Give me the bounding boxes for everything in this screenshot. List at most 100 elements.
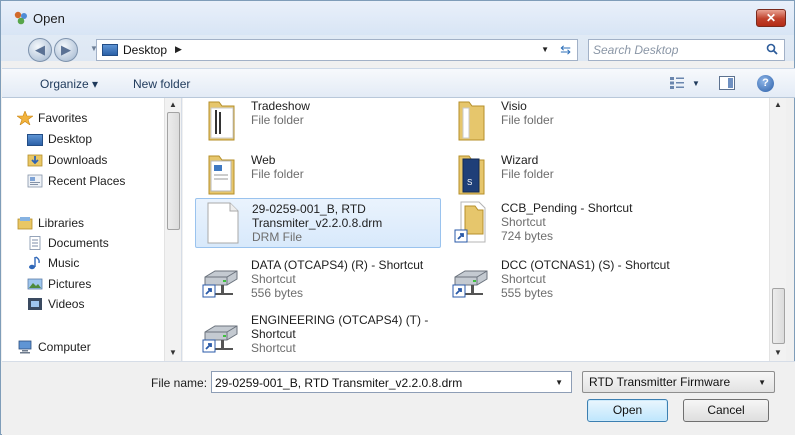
- breadcrumb-desktop[interactable]: Desktop: [123, 43, 167, 57]
- file-type-dropdown-icon[interactable]: ▼: [758, 378, 766, 387]
- nav-music[interactable]: Music: [27, 256, 79, 274]
- nav-label: Desktop: [48, 132, 93, 146]
- close-button[interactable]: ✕: [756, 9, 786, 27]
- file-item[interactable]: Visio File folder: [445, 98, 691, 146]
- file-name: CCB_Pending - Shortcut: [501, 201, 633, 215]
- music-icon: [29, 256, 40, 270]
- file-size: 555 bytes: [501, 286, 554, 300]
- search-box[interactable]: [588, 39, 785, 61]
- nav-documents[interactable]: Documents: [27, 236, 109, 254]
- svg-text:S: S: [467, 178, 472, 187]
- folder-icon: S: [458, 155, 485, 195]
- scroll-down-arrow-icon[interactable]: ▼: [169, 348, 177, 357]
- document-icon: [207, 202, 239, 244]
- back-button[interactable]: ◀: [28, 38, 52, 62]
- cancel-button[interactable]: Cancel: [683, 399, 769, 422]
- file-type-select[interactable]: RTD Transmitter Firmware ▼: [582, 371, 775, 393]
- nav-label: Recent Places: [48, 174, 126, 188]
- nav-label: Libraries: [38, 216, 85, 230]
- folder-icon: [208, 101, 235, 141]
- scroll-up-arrow-icon[interactable]: ▲: [774, 100, 782, 109]
- nav-libraries[interactable]: Libraries: [17, 216, 84, 234]
- forward-arrow-icon: ▶: [61, 42, 71, 57]
- change-view-icon[interactable]: [669, 76, 685, 90]
- file-name-dropdown-icon[interactable]: ▼: [555, 378, 563, 387]
- nav-videos[interactable]: Videos: [27, 297, 84, 315]
- file-item[interactable]: CCB_Pending - Shortcut Shortcut 724 bytes: [445, 198, 691, 248]
- file-type: File folder: [251, 113, 304, 127]
- nav-favorites[interactable]: Favorites: [17, 111, 87, 129]
- nav-downloads[interactable]: Downloads: [27, 153, 107, 171]
- file-name: Visio: [501, 99, 527, 113]
- file-name: 29-0259-001_B, RTD Transmiter_v2.2.0.8.d…: [252, 202, 383, 230]
- nav-label: Computer: [38, 340, 91, 354]
- file-size: 556 bytes: [251, 286, 304, 300]
- file-type: Shortcut: [251, 341, 296, 355]
- file-item[interactable]: Web File folder: [195, 150, 441, 200]
- file-item[interactable]: ENGINEERING (OTCAPS4) (T) - Shortcut Shor…: [195, 310, 441, 360]
- file-item[interactable]: Tradeshow File folder: [195, 98, 441, 146]
- file-name: Wizard: [501, 153, 539, 167]
- navigation-pane: Favorites Desktop Downloads Recent Place…: [2, 98, 182, 361]
- title-bar: Open ✕: [1, 1, 794, 35]
- file-size: 724 bytes: [501, 229, 554, 243]
- scrollbar-thumb[interactable]: [167, 112, 180, 230]
- preview-pane-icon[interactable]: [719, 76, 735, 90]
- file-item[interactable]: DCC (OTCNAS1) (S) - Shortcut Shortcut 555 …: [445, 255, 691, 305]
- file-name-input[interactable]: [215, 375, 545, 390]
- organize-menu[interactable]: Organize ▾: [40, 77, 98, 91]
- libraries-icon: [17, 217, 33, 230]
- back-arrow-icon: ◀: [35, 42, 45, 57]
- videos-icon: [28, 298, 42, 310]
- forward-button[interactable]: ▶: [54, 38, 78, 62]
- nav-label: Videos: [48, 297, 85, 311]
- open-button[interactable]: Open: [587, 399, 668, 422]
- file-type: Shortcut: [251, 272, 296, 286]
- search-icon[interactable]: [766, 43, 778, 55]
- file-name: Tradeshow: [251, 99, 310, 113]
- nav-label: Documents: [48, 236, 109, 250]
- file-list-scrollbar[interactable]: ▲ ▼: [769, 98, 786, 361]
- shortcut-icon: [454, 201, 486, 243]
- desktop-icon: [102, 44, 118, 56]
- command-bar: Organize ▾ New folder ▼ ?: [2, 68, 795, 98]
- file-type: Shortcut: [501, 272, 546, 286]
- address-bar[interactable]: Desktop ▶ ▼ ⇆: [96, 39, 578, 61]
- refresh-icon[interactable]: ⇆: [560, 42, 571, 58]
- file-name-combobox[interactable]: ▼: [211, 371, 572, 393]
- scrollbar-thumb[interactable]: [772, 288, 785, 344]
- nav-label: Downloads: [48, 153, 108, 167]
- file-item[interactable]: S Wizard File folder: [445, 150, 691, 200]
- nav-label: Music: [48, 256, 80, 270]
- search-input[interactable]: [593, 42, 758, 58]
- nav-label: Favorites: [38, 111, 88, 125]
- address-dropdown-icon[interactable]: ▼: [541, 45, 549, 54]
- computer-icon: [18, 340, 32, 354]
- nav-recent-places[interactable]: Recent Places: [27, 174, 125, 192]
- view-options-dropdown-icon[interactable]: ▼: [692, 79, 700, 88]
- help-icon[interactable]: ?: [757, 75, 774, 92]
- file-list: Tradeshow File folder Visio File folder We…: [183, 98, 769, 361]
- window-title: Open: [33, 11, 65, 26]
- documents-icon: [29, 236, 41, 250]
- scroll-up-arrow-icon[interactable]: ▲: [169, 100, 177, 109]
- scroll-down-arrow-icon[interactable]: ▼: [774, 348, 782, 357]
- file-item[interactable]: DATA (OTCAPS4) (R) - Shortcut Shortcut 556…: [195, 255, 441, 305]
- desktop-icon: [27, 134, 43, 146]
- navigation-scrollbar[interactable]: ▲ ▼: [164, 98, 181, 361]
- nav-computer[interactable]: Computer: [17, 340, 91, 358]
- nav-desktop[interactable]: Desktop: [27, 132, 92, 150]
- file-name: Web: [251, 153, 276, 167]
- open-dialog: Open ✕ ◀ ▶ ▼ Desktop ▶ ▼ ⇆ Organize ▾ Ne…: [0, 0, 795, 435]
- file-item[interactable]: 29-0259-001_B, RTD Transmiter_v2.2.0.8.d…: [195, 198, 441, 248]
- nav-pictures[interactable]: Pictures: [27, 277, 91, 295]
- new-folder-button[interactable]: New folder: [133, 77, 190, 91]
- app-icon: [14, 11, 27, 25]
- file-type: Shortcut: [501, 215, 546, 229]
- breadcrumb-chevron-icon[interactable]: ▶: [175, 44, 182, 55]
- file-type: File folder: [251, 167, 304, 181]
- network-drive-icon: [202, 325, 238, 353]
- nav-label: Pictures: [48, 277, 92, 291]
- folder-icon: [208, 155, 235, 195]
- file-type: File folder: [501, 167, 554, 181]
